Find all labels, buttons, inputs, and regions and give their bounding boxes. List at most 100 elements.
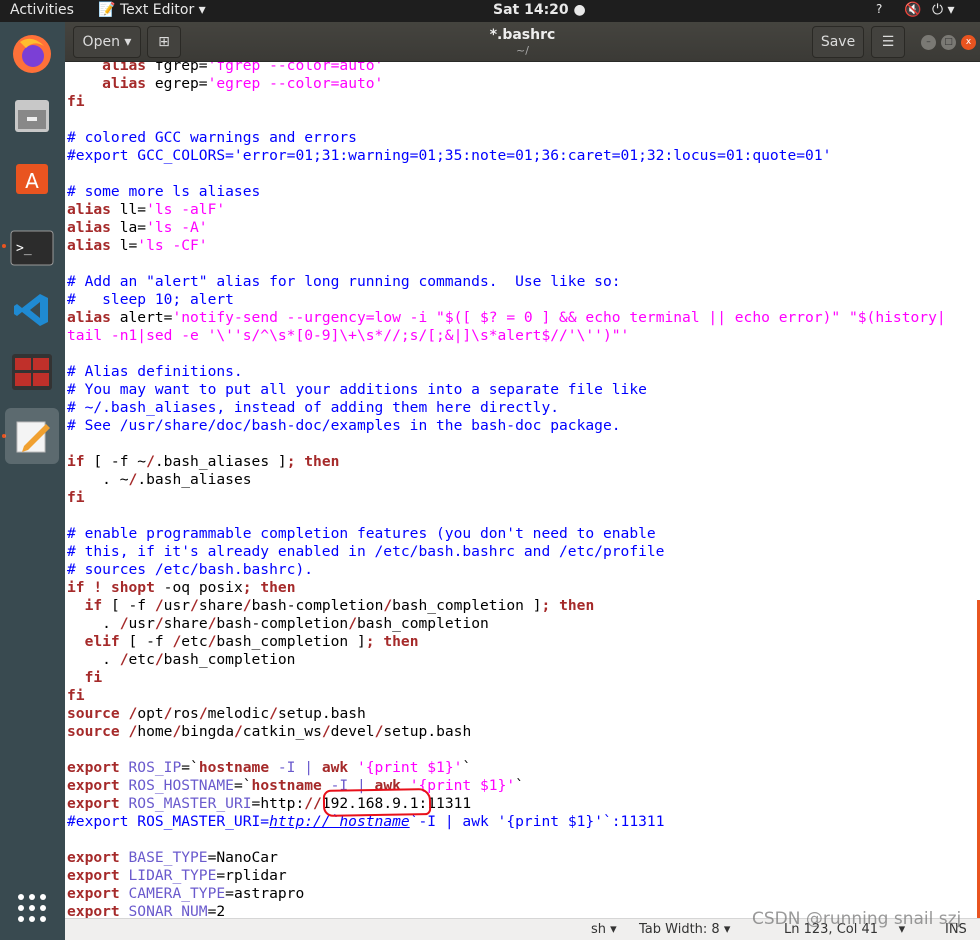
code-token: `-I | awk '{print $1}'`:11311 [409,813,665,830]
code-token: etc [181,633,208,650]
code-token: bash-completion [216,615,349,632]
code-token: bash_completion ] [392,597,542,614]
code-token: / [233,723,243,740]
code-token: # See /usr/share/doc/bash-doc/examples i… [67,417,621,434]
code-token: =2 [207,903,226,918]
text-editor-area[interactable]: alias fgrep='fgrep --color=auto' alias e… [65,62,980,918]
clock-text: Sat 14:20 [493,2,569,18]
code-token: ; then [286,453,340,470]
running-indicator [2,244,6,248]
code-token: fi [67,93,85,110]
code-line: # You may want to put all your additions… [67,381,946,399]
top-bar: Activities 📝 Text Editor ▾ Sat 14:20 ● ?… [0,0,980,22]
code-token: export [67,795,120,812]
code-line: if ! shopt -oq posix; then [67,579,946,597]
code-token: =NanoCar [207,849,278,866]
code-line: . ~/.bash_aliases [67,471,946,489]
code-token: / [269,705,278,722]
code-line: export ROS_MASTER_URI=http://192.168.9.1… [67,795,946,813]
code-token: . ~ [67,471,129,488]
firefox-icon[interactable] [8,30,56,78]
tab-width-selector[interactable]: Tab Width: 8 ▾ [639,922,730,937]
code-line: fi [67,687,946,705]
code-token: bash-completion [251,597,384,614]
maximize-button[interactable]: □ [941,35,956,50]
code-token: bash_completion ] [216,633,366,650]
code-token: / [383,597,393,614]
code-token: alias [67,309,111,326]
code-token: etc [128,651,155,668]
code-token: share [198,597,243,614]
code-token: export [67,849,120,866]
code-token: [ -f ~ [84,453,147,470]
code-token: export [67,777,120,794]
vscode-icon[interactable] [8,286,56,334]
code-line: alias fgrep='fgrep --color=auto' [67,62,946,75]
code-line: alias alert='notify-send --urgency=low -… [67,309,946,327]
code-token: LIDAR_TYPE [128,867,217,884]
code-line: # enable programmable completion feature… [67,525,946,543]
code-token: / [128,723,138,740]
code-token: fi [84,669,103,686]
code-token: # colored GCC warnings and errors [67,129,357,146]
code-token: ; then [365,633,419,650]
code-token: devel [330,723,375,740]
volume-muted-icon[interactable]: 🔇 [904,2,921,18]
activities-button[interactable]: Activities [10,2,74,18]
code-token: if ! [67,579,103,596]
clock[interactable]: Sat 14:20 ● [493,2,586,18]
code-token: BASE_TYPE [128,849,208,866]
hamburger-menu-button[interactable]: ☰ [871,26,905,58]
text-editor-icon[interactable] [5,408,59,464]
code-token: ll= [110,201,147,218]
code-token: # some more ls aliases [67,183,261,200]
software-center-icon[interactable]: A [8,152,56,200]
code-line: # sources /etc/bash.bashrc). [67,561,946,579]
code-token: ` [515,777,524,794]
code-token: export [67,867,120,884]
code-line: tail -n1|sed -e '\''s/^\s*[0-9]\+\s*//;s… [67,327,946,345]
code-token: elif [84,633,120,650]
code-line: fi [67,93,946,111]
code-line: if [ -f /usr/share/bash-completion/bash_… [67,597,946,615]
code-line: fi [67,489,946,507]
code-token: alias [67,219,111,236]
code-token: fi [67,687,85,704]
apps-grid-icon[interactable] [8,884,56,932]
code-token: -oq posix [154,579,243,596]
code-token: fgrep= [146,62,208,74]
code-line: export LIDAR_TYPE=rplidar [67,867,946,885]
network-icon[interactable]: ? [876,2,882,16]
code-token: # sleep 10; alert [67,291,234,308]
code-line: fi [67,669,946,687]
power-icon[interactable]: ⏻ ▾ [932,2,955,18]
app-name: Text Editor [120,2,195,18]
app-menu[interactable]: Text Editor ▾ [120,2,206,18]
terminal-icon[interactable]: >_ [8,224,56,272]
minimize-button[interactable]: – [921,35,936,50]
svg-text:>_: >_ [16,241,32,256]
code-token: #export GCC_COLORS='error=01;31:warning=… [67,147,832,164]
files-icon[interactable] [8,92,56,140]
system-monitor-icon[interactable] [8,348,56,396]
code-token: bingda [181,723,234,740]
close-button[interactable]: x [961,35,976,50]
code-line: # Alias definitions. [67,363,946,381]
code-line: # this, if it's already enabled in /etc/… [67,543,946,561]
language-selector[interactable]: sh ▾ [591,922,617,937]
code-line: # some more ls aliases [67,183,946,201]
code-token: 'fgrep --color=auto' [207,62,384,74]
editor-header-bar: Open ▾ ⊞ *.bashrc ~/ Save ☰ – □ x [65,22,980,62]
save-button[interactable]: Save [812,26,864,58]
code-token: CAMERA_TYPE [128,885,226,902]
